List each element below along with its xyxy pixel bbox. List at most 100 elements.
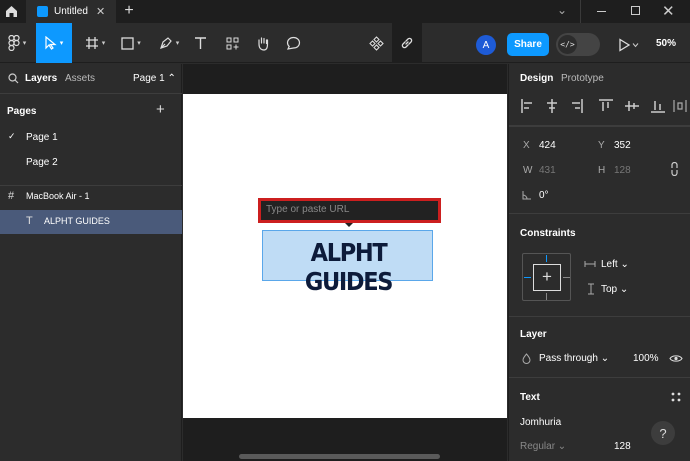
page-item-label: Page 1 (26, 132, 58, 143)
font-family-select[interactable]: Jomhuria (520, 417, 561, 428)
x-field[interactable]: 424 (539, 140, 556, 151)
frame-icon: # (8, 190, 15, 202)
align-middle-icon[interactable] (625, 99, 639, 113)
layer-item-label: ALPHT GUIDES (44, 216, 110, 226)
align-left-icon[interactable] (521, 99, 533, 113)
constraint-center: + (533, 264, 561, 291)
selected-text-layer[interactable]: ALPHT GUIDES (262, 230, 433, 296)
add-page-button[interactable]: + (156, 101, 165, 118)
minimize-icon[interactable] (597, 11, 606, 12)
text-layer-icon: T (26, 215, 33, 227)
align-center-h-icon[interactable] (546, 99, 558, 113)
close-window-icon[interactable]: ✕ (662, 2, 675, 20)
tab-layers[interactable]: Layers (25, 73, 57, 84)
hand-tool-icon[interactable] (252, 23, 274, 63)
opacity-field[interactable]: 100% (633, 353, 659, 364)
eye-icon[interactable] (669, 354, 683, 363)
search-icon[interactable] (8, 73, 19, 87)
layer-heading: Layer (520, 329, 547, 340)
tab-assets[interactable]: Assets (65, 73, 95, 84)
left-constraint-marker[interactable] (524, 277, 531, 278)
constraints-widget[interactable]: + (522, 253, 571, 301)
font-weight-select[interactable]: Regular ⌄ (520, 441, 566, 452)
url-input-placeholder: Type or paste URL (266, 204, 350, 215)
avatar[interactable]: A (476, 35, 496, 55)
popover-pointer (345, 223, 353, 227)
width-field[interactable]: 431 (539, 165, 556, 176)
figma-menu-icon[interactable]: ▾ (2, 23, 32, 63)
blend-mode-icon (522, 353, 531, 364)
x-label: X (523, 140, 530, 151)
right-constraint-marker[interactable] (563, 277, 570, 278)
layer-item-label: MacBook Air - 1 (26, 191, 90, 201)
share-button[interactable]: Share (507, 33, 549, 56)
distribute-icon[interactable] (673, 99, 687, 113)
align-bottom-icon[interactable] (651, 99, 665, 113)
maximize-icon[interactable] (631, 6, 640, 15)
link-icon[interactable] (392, 23, 422, 63)
y-label: Y (598, 140, 605, 151)
url-input[interactable]: Type or paste URL (261, 201, 438, 220)
bottom-constraint-marker[interactable] (546, 293, 547, 300)
text-heading: Text (520, 392, 540, 403)
pen-tool-icon[interactable]: ▾ (154, 23, 184, 63)
text-layer-content: ALPHT GUIDES (304, 238, 394, 296)
divider (509, 126, 690, 127)
rectangle-tool-icon[interactable]: ▾ (116, 23, 146, 63)
dev-mode-toggle[interactable]: </> (556, 33, 600, 56)
design-panel: Design Prototype X 424 Y 352 W 431 H 128… (508, 64, 690, 461)
left-panel-tabs: Layers Assets Page 1 ⌃ (0, 64, 182, 94)
horizontal-scrollbar[interactable] (239, 454, 440, 459)
blend-mode-select[interactable]: Pass through ⌄ (539, 353, 609, 364)
move-tool-icon[interactable]: ▾ (36, 23, 72, 63)
layer-item[interactable]: # MacBook Air - 1 (0, 185, 182, 209)
align-top-icon[interactable] (599, 99, 613, 113)
frame-tool-icon[interactable]: ▾ (80, 23, 110, 63)
url-popover-highlight: Type or paste URL (258, 198, 441, 223)
top-constraint-marker[interactable] (546, 255, 547, 262)
page-item-label: Page 2 (26, 157, 58, 168)
zoom-level[interactable]: 50% (656, 38, 676, 49)
font-size-field[interactable]: 128 (614, 441, 631, 452)
layer-item-selected[interactable]: T ALPHT GUIDES (0, 210, 182, 234)
text-styles-icon[interactable] (671, 392, 681, 402)
new-tab-button[interactable]: + (121, 2, 137, 20)
vertical-constraint-select[interactable]: Top ⌄ (601, 284, 628, 295)
comment-tool-icon[interactable] (282, 23, 304, 63)
vertical-constraint-icon (588, 283, 594, 295)
horizontal-constraint-select[interactable]: Left ⌄ (601, 259, 629, 270)
component-icon[interactable] (364, 23, 388, 63)
divider (509, 377, 690, 378)
code-icon: </> (558, 35, 577, 54)
y-field[interactable]: 352 (614, 140, 631, 151)
chevron-down-icon[interactable]: ⌄ (557, 3, 567, 17)
pages-heading: Pages (7, 106, 37, 117)
play-icon[interactable] (618, 38, 640, 55)
tab-prototype[interactable]: Prototype (561, 73, 604, 84)
constraints-heading: Constraints (520, 228, 576, 239)
divider (580, 0, 581, 23)
height-field[interactable]: 128 (614, 165, 631, 176)
align-right-icon[interactable] (571, 99, 583, 113)
close-tab-icon[interactable]: ✕ (96, 5, 105, 18)
page-selector[interactable]: Page 1 ⌃ (133, 73, 176, 84)
tab-design[interactable]: Design (520, 73, 553, 84)
layers-panel: Layers Assets Page 1 ⌃ Pages + ✓ Page 1 … (0, 64, 182, 461)
file-icon (37, 6, 48, 17)
w-label: W (523, 165, 533, 176)
rotation-icon (522, 191, 531, 200)
page-item[interactable]: ✓ Page 1 (0, 128, 182, 148)
title-bar: Untitled ✕ + ⌄ ✕ (0, 0, 690, 23)
text-tool-icon[interactable] (190, 23, 210, 63)
page-item[interactable]: Page 2 (0, 153, 182, 173)
divider (509, 316, 690, 317)
h-label: H (598, 165, 606, 176)
rotation-field[interactable]: 0° (539, 190, 549, 201)
constrain-proportions-icon[interactable] (670, 162, 679, 176)
alignment-toolbar (517, 99, 687, 115)
help-button[interactable]: ? (651, 421, 675, 445)
home-icon[interactable] (0, 0, 23, 23)
horizontal-constraint-icon (584, 261, 596, 267)
resources-icon[interactable] (222, 23, 242, 63)
check-icon: ✓ (8, 131, 16, 141)
